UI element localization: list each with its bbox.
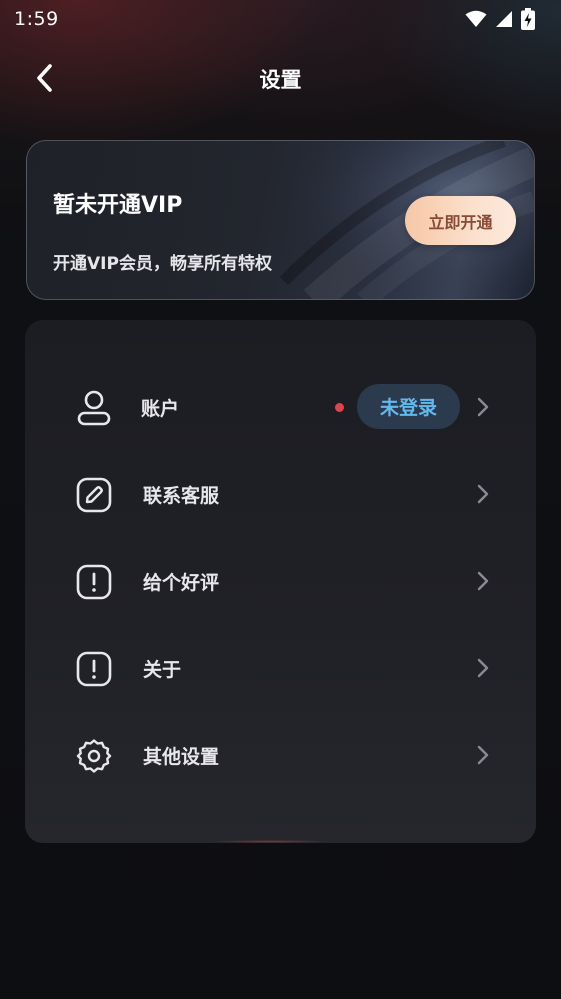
edit-pencil-icon xyxy=(75,476,113,514)
chevron-right-icon xyxy=(477,484,489,504)
settings-item-label: 给个好评 xyxy=(143,572,220,594)
chevron-right-icon xyxy=(477,658,489,678)
settings-item-rate-us[interactable]: 给个好评 xyxy=(25,546,536,616)
header-bar: 设置 xyxy=(0,52,561,104)
settings-item-label: 联系客服 xyxy=(143,485,220,507)
gear-icon xyxy=(75,737,113,775)
login-status-badge[interactable]: 未登录 xyxy=(357,384,460,429)
settings-item-other-settings[interactable]: 其他设置 xyxy=(25,720,536,790)
settings-item-account[interactable]: 账户 未登录 xyxy=(25,372,536,442)
chevron-right-icon xyxy=(477,397,489,417)
page-title: 设置 xyxy=(259,68,302,92)
user-icon xyxy=(75,389,113,427)
status-time: 1:59 xyxy=(14,8,59,30)
activate-vip-button[interactable]: 立即开通 xyxy=(405,196,516,245)
status-icons xyxy=(465,8,535,30)
settings-list: 账户 未登录 联系客服 给个好评 关于 其他设置 xyxy=(25,320,536,843)
battery-charging-icon xyxy=(521,8,535,30)
signal-icon xyxy=(496,11,512,27)
settings-item-about[interactable]: 关于 xyxy=(25,633,536,703)
settings-item-label: 其他设置 xyxy=(143,746,220,768)
wifi-icon xyxy=(465,10,487,27)
status-bar: 1:59 xyxy=(0,0,561,38)
exclamation-icon xyxy=(75,650,113,688)
settings-item-contact-support[interactable]: 联系客服 xyxy=(25,459,536,529)
notification-dot xyxy=(335,403,344,412)
settings-item-label: 账户 xyxy=(141,398,180,420)
vip-card[interactable]: 暂未开通VIP 开通VIP会员，畅享所有特权 立即开通 xyxy=(26,140,535,300)
chevron-right-icon xyxy=(477,745,489,765)
settings-item-label: 关于 xyxy=(143,659,182,681)
vip-title: 暂未开通VIP xyxy=(53,193,183,218)
chevron-right-icon xyxy=(477,571,489,591)
vip-subtitle: 开通VIP会员，畅享所有特权 xyxy=(53,254,272,274)
settings-screen: 1:59 设置 暂未开通VIP 开通VIP会员，畅享所有特权 立即开通 账户 未… xyxy=(0,0,561,999)
exclamation-icon xyxy=(75,563,113,601)
panel-bottom-glow xyxy=(210,840,330,843)
